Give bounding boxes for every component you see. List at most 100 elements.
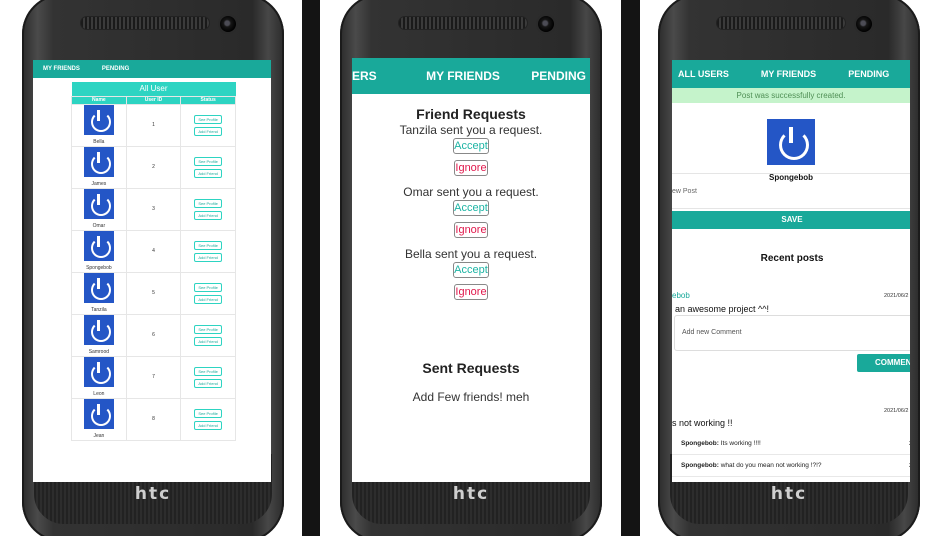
user-cell: Omar [71,187,127,231]
see-profile-button[interactable]: See Profile [194,240,223,250]
status-cell: See Profile Add Friend [180,103,236,147]
table-row: Jean 8 See Profile Add Friend [71,397,236,441]
user-id: 8 [125,397,182,441]
see-profile-button[interactable]: See Profile [194,408,223,418]
speaker-grille [716,16,846,30]
user-cell: James [71,145,127,189]
user-name: Samrood [88,349,110,355]
user-id: 4 [125,229,182,273]
save-button[interactable]: SAVE [672,211,910,229]
camera-lens [854,14,874,34]
navbar: ERS MY FRIENDS PENDING [352,58,590,94]
comment-text: Its working !!!! [718,440,761,447]
status-cell: See Profile Add Friend [180,313,236,357]
add-friend-button[interactable]: Add Friend [194,168,223,178]
user-avatar-icon [83,189,114,219]
nav-my-friends[interactable]: MY FRIENDS [761,69,816,79]
comment-row: Spongebob: what do you mean not working … [672,455,910,477]
nav-pending[interactable]: PENDING [848,69,889,79]
add-friend-button[interactable]: Add Friend [194,294,223,304]
see-profile-button[interactable]: See Profile [194,156,223,166]
add-friend-button[interactable]: Add Friend [194,210,223,220]
camera-lens [536,14,556,34]
request-text: Bella sent you a request. [404,247,538,261]
see-profile-button[interactable]: See Profile [194,366,223,376]
accept-button[interactable]: Accept [453,138,489,154]
user-id: 1 [125,103,182,147]
user-id: 6 [125,313,182,357]
user-cell: Jean [71,397,127,441]
request-text: Omar sent you a request. [403,185,539,199]
accept-button[interactable]: Accept [453,262,489,278]
status-cell: See Profile Add Friend [180,229,236,273]
see-profile-button[interactable]: See Profile [194,282,223,292]
table-row: James 2 See Profile Add Friend [71,145,236,189]
user-id: 5 [125,271,182,315]
post-author[interactable]: ebob [672,291,690,300]
screen-profile: ALL USERS MY FRIENDS PENDING Post was su… [672,60,910,482]
profile-avatar-icon [767,119,815,165]
table-row: Omar 3 See Profile Add Friend [71,187,236,231]
comment-button[interactable]: COMMEN [857,354,910,372]
nav-my-friends[interactable]: MY FRIENDS [426,69,500,83]
add-friend-button[interactable]: Add Friend [194,336,223,346]
post-date: 2021/06/2 [884,293,909,299]
user-avatar-icon [83,231,114,261]
nav-all-users[interactable]: ALL USERS [678,69,729,79]
post-text: an awesome project ^^! [675,304,769,314]
see-profile-button[interactable]: See Profile [194,324,223,334]
comment-author[interactable]: Spongebob: [681,462,719,469]
col-user-id: User ID [125,95,182,105]
new-post-input[interactable]: ew Post [672,173,910,209]
user-name: Bella [93,139,105,145]
nav-my-friends[interactable]: MY FRIENDS [43,66,80,72]
user-id: 7 [125,355,182,399]
user-avatar-icon [83,273,114,303]
panel-divider-left [302,0,320,536]
see-profile-button[interactable]: See Profile [194,198,223,208]
nav-pending[interactable]: PENDING [531,69,586,83]
user-avatar-icon [83,357,114,387]
add-friend-button[interactable]: Add Friend [194,126,223,136]
comment-text: what do you mean not working !?!? [718,462,822,469]
add-friend-button[interactable]: Add Friend [194,420,223,430]
user-name: Omar [92,223,106,229]
htc-logo: htc [770,484,808,504]
speaker-grille [398,16,528,30]
status-cell: See Profile Add Friend [180,271,236,315]
accept-button[interactable]: Accept [453,200,489,216]
ignore-button[interactable]: Ignore [454,284,488,300]
add-friend-button[interactable]: Add Friend [194,252,223,262]
nav-all-users[interactable]: ERS [352,69,377,83]
status-cell: See Profile Add Friend [180,187,236,231]
col-status: Status [180,95,236,105]
table-row: Bella 1 See Profile Add Friend [71,103,236,147]
table-caption: All User [71,82,236,96]
post-date: 2021/06/2 [884,408,909,414]
user-avatar-icon [83,147,114,177]
htc-logo: htc [134,484,172,504]
user-name: Spongebob [86,265,112,271]
speaker-grille [80,16,210,30]
status-cell: See Profile Add Friend [180,397,236,441]
comment-date: 2 [909,433,910,455]
nav-pending[interactable]: PENDING [102,66,129,72]
sent-empty-message: Add Few friends! meh [412,390,530,404]
comment-author[interactable]: Spongebob: [681,440,719,447]
add-friend-button[interactable]: Add Friend [194,378,223,388]
panel-divider-right [621,0,640,536]
see-profile-button[interactable]: See Profile [194,114,223,124]
ignore-button[interactable]: Ignore [454,222,488,238]
col-name: Name [71,95,127,105]
ignore-button[interactable]: Ignore [454,160,488,176]
comment-row: Spongebob: Its working !!!! 2 [672,433,910,455]
comment-input[interactable]: Add new Comment [674,315,910,351]
user-id: 2 [125,145,182,189]
user-name: James [91,181,107,187]
camera-lens [218,14,238,34]
table-row: Tanzila 5 See Profile Add Friend [71,271,236,315]
status-cell: See Profile Add Friend [180,145,236,189]
request-text: Tanzila sent you a request. [399,123,543,137]
user-avatar-icon [83,315,114,345]
user-name: Tanzila [91,307,107,313]
